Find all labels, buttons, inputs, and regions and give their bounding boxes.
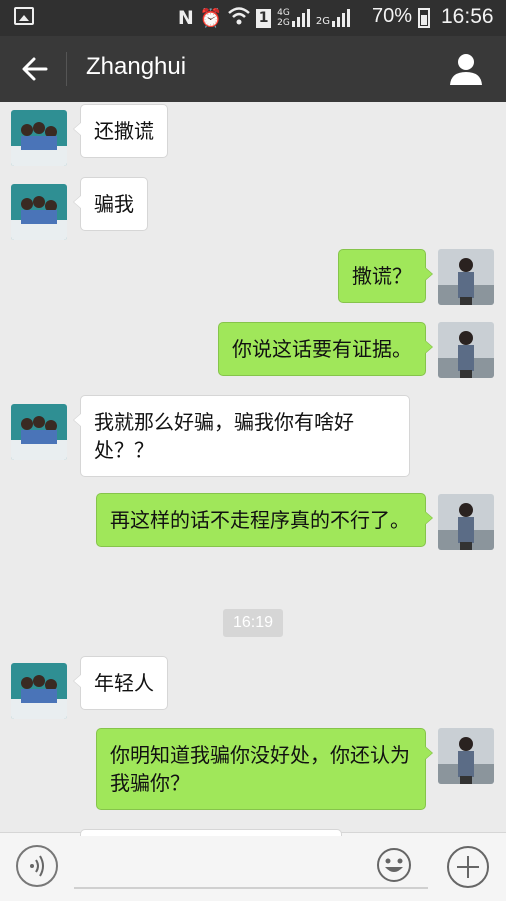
my-avatar[interactable] [438,322,494,378]
message-bubble[interactable]: 年轻人 [73,656,168,710]
nfc-icon: N [177,7,194,29]
person-icon [450,54,482,85]
message-list[interactable]: 还撒谎 骗我 撒谎？ 你说这话要有证据。 我就那么好骗，骗我你有啥好处？？ 再这… [0,102,506,832]
message-bubble[interactable]: 再这样的话不走程序真的不行了。 [96,493,433,547]
signal-4g-icon: 4G 2G [277,8,310,28]
clock: 16:56 [441,5,494,28]
message-bubble[interactable]: 你说这话要有证据。 [218,322,433,376]
message-bubble[interactable]: 撒谎？ [338,249,433,303]
net-2g-label: 2G [277,18,290,28]
status-bar: N ⏰ 1 4G 2G 2G 70% 16:56 [0,0,506,36]
emoji-button[interactable] [376,847,412,883]
contact-avatar[interactable] [11,404,67,460]
contact-avatar[interactable] [11,663,67,719]
input-bar [0,829,506,901]
back-button[interactable] [20,54,50,84]
voice-button[interactable] [16,845,58,887]
message-bubble[interactable]: 你明知道我骗你没好处，你还认为我骗你？ [96,728,433,810]
arrow-left-icon [22,57,48,81]
wifi-icon [228,6,251,30]
partial-message-bubble [80,829,342,836]
message-input[interactable] [74,847,428,889]
emoji-icon [377,848,411,882]
my-avatar[interactable] [438,728,494,784]
chat-info-button[interactable] [448,52,484,86]
chat-header: Zhanghui [0,36,506,102]
header-divider [66,52,67,86]
alarm-icon: ⏰ [199,7,223,29]
time-divider: 16:19 [223,609,283,637]
voice-icon [30,855,44,877]
contact-avatar[interactable] [11,184,67,240]
gallery-notification-icon [14,7,34,25]
signal-2g-icon: 2G [316,9,350,27]
sim-1-icon: 1 [256,8,272,28]
contact-avatar[interactable] [11,110,67,166]
battery-icon [418,8,430,28]
page-title: Zhanghui [86,53,187,80]
plus-icon [447,846,489,888]
my-avatar[interactable] [438,249,494,305]
message-bubble[interactable]: 骗我 [73,177,148,231]
battery-percent: 70% [372,5,413,27]
message-bubble[interactable]: 我就那么好骗，骗我你有啥好处？？ [73,395,410,477]
more-button[interactable] [446,845,490,889]
net-4g-label: 4G [277,8,290,18]
message-bubble[interactable]: 还撒谎 [73,104,168,158]
my-avatar[interactable] [438,494,494,550]
